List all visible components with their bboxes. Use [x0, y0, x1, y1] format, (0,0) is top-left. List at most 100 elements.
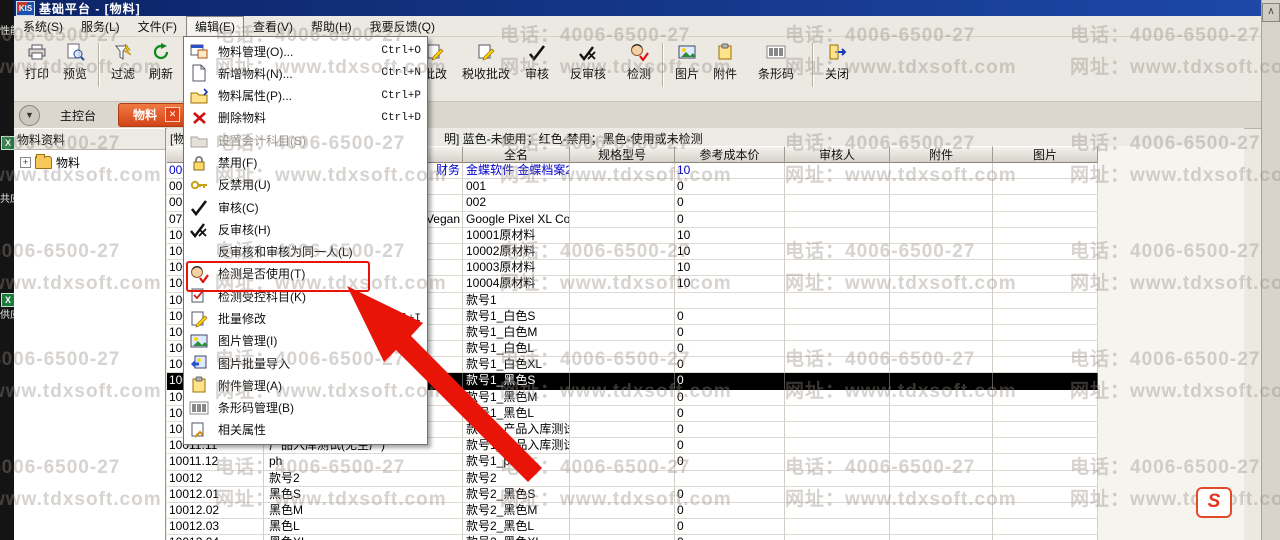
table-row-款号2_黑色M[interactable]: 10012.02黑色M款号2_黑色M0 — [167, 503, 1098, 519]
cell-attachment — [890, 535, 993, 540]
menubar-item-查看(V)[interactable]: 查看(V) — [244, 16, 302, 37]
scroll-up-icon[interactable]: ∧ — [1262, 3, 1280, 22]
cell-fullname: 款号1_白色L — [463, 341, 570, 357]
cell-picture — [993, 471, 1098, 487]
menu-item-label: 反审核(H) — [218, 221, 271, 238]
column-header-审核人[interactable]: 审核人 — [785, 146, 890, 163]
menu-item-附件管理(A)[interactable]: 附件管理(A) — [184, 374, 427, 396]
menu-item-审核(C)[interactable]: 审核(C) — [184, 196, 427, 218]
menu-item-禁用(F)[interactable]: 禁用(F) — [184, 151, 427, 173]
cell-fullname: 款号2_黑色S — [463, 487, 570, 503]
desktop-shortcut-icon[interactable]: X — [1, 136, 14, 150]
toolbar-button-反审核[interactable]: 反审核 — [556, 40, 620, 92]
tree-expand-icon[interactable]: + — [20, 157, 31, 168]
toolbar-button-过滤[interactable]: 过滤 — [104, 40, 142, 92]
menu-item-条形码管理(B)[interactable]: 条形码管理(B) — [184, 397, 427, 419]
cell-auditor — [785, 260, 890, 276]
cell-picture — [993, 454, 1098, 470]
menubar-item-系统(S)[interactable]: 系统(S) — [14, 16, 72, 37]
toolbar-button-税收批改[interactable]: 税收批改 — [454, 40, 518, 92]
menu-item-shortcut: Ctrl+P — [381, 90, 421, 102]
menu-item-label: 物料管理(O)... — [218, 43, 293, 60]
cell-spec — [570, 195, 675, 211]
cell-picture — [993, 325, 1098, 341]
cell-attachment — [890, 228, 993, 244]
cell-spec — [570, 471, 675, 487]
column-header-图片[interactable]: 图片 — [993, 146, 1098, 163]
sogou-ime-icon[interactable]: S — [1196, 487, 1232, 518]
cell-picture — [993, 422, 1098, 438]
menu-bar: 系统(S)服务(L)文件(F)编辑(E)查看(V)帮助(H)我要反馈(Q) — [14, 16, 1262, 37]
cell-attachment — [890, 373, 993, 389]
menubar-item-edit-active[interactable]: 编辑(E) — [186, 16, 244, 37]
cell-spec — [570, 373, 675, 389]
menu-item-批量修改[interactable]: 批量修改Ctrl+I — [184, 307, 427, 329]
menu-item-图片批量导入[interactable]: 图片批量导入 — [184, 352, 427, 374]
cell-spec — [570, 179, 675, 195]
cell-picture — [993, 406, 1098, 422]
column-header-附件[interactable]: 附件 — [890, 146, 993, 163]
table-row-款号2_黑色S[interactable]: 10012.01黑色S款号2_黑色S0 — [167, 487, 1098, 503]
desktop-text-fragment: 性能 — [0, 22, 14, 37]
toolbar-button-刷新[interactable]: 刷新 — [142, 40, 180, 92]
menubar-item-服务(L)[interactable]: 服务(L) — [72, 16, 129, 37]
table-row-款号2[interactable]: 10012款号2款号2 — [167, 471, 1098, 487]
cell-fullname: 10002原材料 — [463, 244, 570, 260]
cell-code: 10011.12 — [167, 454, 264, 470]
cell-picture — [993, 503, 1098, 519]
cell-auditor — [785, 309, 890, 325]
cell-fullname: 款号2_黑色M — [463, 503, 570, 519]
cell-cost: 0 — [675, 357, 785, 373]
toolbar-button-审核[interactable]: 审核 — [518, 40, 556, 92]
toolbar-button-条形码[interactable]: 条形码 — [744, 40, 808, 92]
tab-dropdown-icon[interactable]: ▼ — [19, 105, 40, 126]
menu-item-反审核和审核为同一人(L)[interactable]: 反审核和审核为同一人(L) — [184, 241, 427, 263]
tab-main-console[interactable]: 主控台 — [50, 104, 106, 127]
toolbar-button-图片[interactable]: 图片 — [668, 40, 706, 92]
menu-item-物料管理(O)...[interactable]: 物料管理(O)...Ctrl+O — [184, 40, 427, 62]
tree-node-material[interactable]: + 物料 — [20, 154, 165, 171]
menu-item-物料属性(P)...[interactable]: 物料属性(P)...Ctrl+P — [184, 85, 427, 107]
menu-item-label: 新增物料(N)... — [218, 65, 293, 82]
toolbar-button-label: 附件 — [713, 65, 737, 82]
toolbar-button-附件[interactable]: 附件 — [706, 40, 744, 92]
menubar-item-文件(F)[interactable]: 文件(F) — [129, 16, 186, 37]
column-header-全名[interactable]: 全名 — [463, 146, 570, 163]
menu-item-label: 反审核和审核为同一人(L) — [218, 243, 353, 260]
tab-material[interactable]: 物料 ✕ — [118, 103, 187, 127]
menu-item-设置会计科目(S): 设置会计科目(S) — [184, 129, 427, 151]
menu-item-反禁用(U)[interactable]: 反禁用(U) — [184, 174, 427, 196]
toolbar-button-检测[interactable]: 检测 — [620, 40, 658, 92]
menubar-item-帮助(H)[interactable]: 帮助(H) — [302, 16, 361, 37]
menu-item-反审核(H)[interactable]: 反审核(H) — [184, 218, 427, 240]
table-row-款号2_黑色XL[interactable]: 10012.04黑色XL款号2_黑色XL0 — [167, 535, 1098, 540]
cell-fullname: 款号1_白色S — [463, 309, 570, 325]
menubar-item-我要反馈(Q)[interactable]: 我要反馈(Q) — [361, 16, 444, 37]
cell-fullname: 款号1_黑色S — [463, 373, 570, 389]
column-header-规格型号[interactable]: 规格型号 — [570, 146, 675, 163]
table-row-款号2_黑色L[interactable]: 10012.03黑色L款号2_黑色L0 — [167, 519, 1098, 535]
cell-fullname: 款号1_产品入库测试 — [463, 422, 570, 438]
table-row-款号1_ph[interactable]: 10011.12ph款号1_ph0 — [167, 454, 1098, 470]
menu-item-新增物料(N)...[interactable]: 新增物料(N)...Ctrl+N — [184, 62, 427, 84]
cell-cost: 10 — [675, 228, 785, 244]
new-icon — [189, 64, 211, 82]
cell-spec — [570, 406, 675, 422]
tab-close-icon[interactable]: ✕ — [165, 107, 180, 122]
cell-cost: 0 — [675, 373, 785, 389]
menu-item-删除物料[interactable]: 删除物料Ctrl+D — [184, 107, 427, 129]
toolbar-button-关闭[interactable]: 关闭 — [818, 40, 856, 92]
toolbar-button-打印[interactable]: 打印 — [18, 40, 56, 92]
toolbar-separator — [98, 43, 100, 87]
column-header-参考成本价[interactable]: 参考成本价 — [675, 146, 785, 163]
cell-spec — [570, 163, 675, 179]
desktop-shortcut-icon[interactable]: X — [1, 293, 14, 307]
cell-auditor — [785, 422, 890, 438]
cell-fullname: 款号1_白色M — [463, 325, 570, 341]
menu-item-相关属性[interactable]: 相关属性 — [184, 419, 427, 441]
folder-icon — [35, 156, 52, 169]
menu-item-图片管理(I)[interactable]: 图片管理(I) — [184, 330, 427, 352]
toolbar-button-预览[interactable]: 预览 — [56, 40, 94, 92]
cell-auditor — [785, 341, 890, 357]
desktop-edge: 性能X共应X供应 — [0, 0, 14, 540]
